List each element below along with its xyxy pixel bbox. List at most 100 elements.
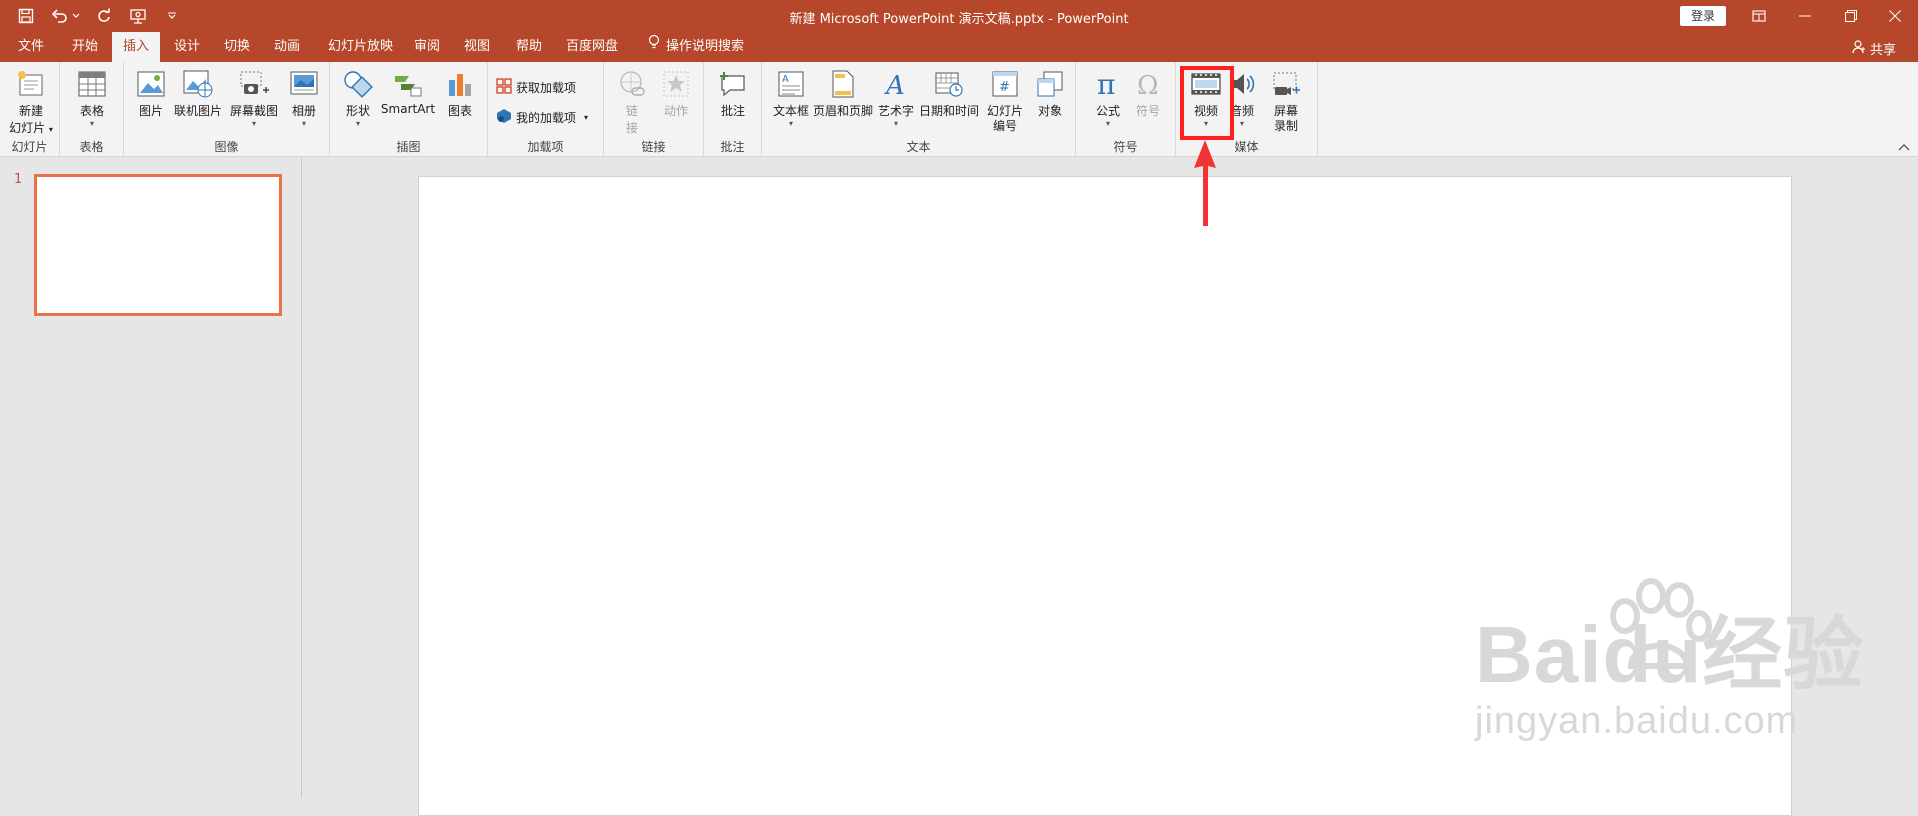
my-addins-label: 我的加载项 — [516, 111, 577, 125]
tab-transitions[interactable]: 切换 — [216, 32, 258, 62]
omega-icon: Ω — [1132, 68, 1164, 100]
share-label: 共享 — [1870, 43, 1897, 58]
header-footer-button[interactable]: 页眉和页脚 — [812, 68, 874, 119]
screen-recording-button[interactable]: 屏幕 录制 — [1264, 68, 1308, 134]
tab-view[interactable]: 视图 — [456, 32, 498, 62]
screenshot-icon — [238, 68, 270, 100]
smartart-label: SmartArt — [380, 102, 436, 116]
link-button[interactable]: 链 接 — [614, 68, 650, 136]
wordart-button[interactable]: A 艺术字 ▾ — [876, 68, 916, 128]
chart-label: 图表 — [447, 104, 472, 118]
tab-review[interactable]: 审阅 — [406, 32, 448, 62]
group-illustrations: 形状 ▾ SmartArt 图表 插图 — [330, 62, 488, 157]
screen-recording-label-2: 录制 — [1273, 119, 1298, 133]
group-label-illustrations: 插图 — [396, 140, 421, 154]
new-slide-label-1: 新建 — [18, 104, 43, 118]
comment-label: 批注 — [720, 104, 745, 118]
online-picture-button[interactable]: 联机图片 — [172, 68, 224, 119]
new-slide-button[interactable]: 新建 幻灯片 ▾ — [6, 68, 56, 136]
slide-number-icon: # — [989, 68, 1021, 100]
screenshot-button[interactable]: 屏幕截图 ▾ — [228, 68, 280, 128]
calendar-icon — [933, 68, 965, 100]
my-addins-button[interactable]: 我的加载项 ▾ — [496, 108, 588, 127]
equation-button[interactable]: π 公式 ▾ — [1090, 68, 1126, 128]
photo-album-icon — [288, 68, 320, 100]
shapes-icon — [342, 68, 374, 100]
close-icon[interactable] — [1872, 0, 1918, 32]
chart-button[interactable]: 图表 — [440, 68, 480, 119]
group-label-addins: 加载项 — [527, 140, 564, 154]
group-addins: 获取加载项 我的加载项 ▾ 加载项 — [488, 62, 604, 157]
slide-number-button[interactable]: # 幻灯片 编号 — [982, 68, 1028, 134]
slide-thumbnail[interactable] — [34, 174, 282, 316]
symbol-button[interactable]: Ω 符号 — [1130, 68, 1166, 119]
tell-me-search[interactable]: 操作说明搜索 — [640, 32, 752, 62]
action-icon — [660, 68, 692, 100]
tab-baidu-netdisk[interactable]: 百度网盘 — [558, 32, 626, 62]
pi-icon: π — [1092, 68, 1124, 100]
action-label: 动作 — [663, 104, 688, 118]
link-icon — [616, 68, 648, 100]
tab-insert[interactable]: 插入 — [112, 32, 160, 63]
tab-design[interactable]: 设计 — [166, 32, 208, 62]
shapes-dropdown-icon: ▾ — [355, 119, 360, 128]
watermark: Baidu经验 jingyan.baidu.com — [1475, 578, 1864, 743]
collapse-ribbon-icon[interactable] — [1898, 143, 1910, 154]
person-icon — [1852, 39, 1866, 58]
group-label-slides: 幻灯片 — [11, 140, 48, 154]
minimize-icon[interactable] — [1782, 0, 1828, 32]
ribbon-tab-row: 文件 开始 插入 设计 切换 动画 幻灯片放映 审阅 视图 帮助 百度网盘 操作… — [0, 32, 1918, 63]
tell-me-label: 操作说明搜索 — [666, 39, 745, 54]
group-label-comments: 批注 — [720, 140, 745, 154]
restore-icon[interactable] — [1828, 0, 1874, 32]
tab-animations[interactable]: 动画 — [266, 32, 308, 62]
tab-slideshow[interactable]: 幻灯片放映 — [320, 32, 401, 62]
screen-recording-icon — [1270, 68, 1302, 100]
ribbon-display-options-icon[interactable] — [1736, 0, 1782, 32]
online-picture-icon — [182, 68, 214, 100]
table-button[interactable]: 表格 ▾ — [68, 68, 116, 128]
wordart-label: 艺术字 — [877, 104, 914, 118]
table-label: 表格 — [79, 104, 104, 118]
smartart-icon — [392, 68, 424, 100]
group-images: 图片 联机图片 屏幕截图 ▾ 相册 ▾ 图像 — [124, 62, 330, 157]
group-label-text: 文本 — [906, 140, 931, 154]
action-button[interactable]: 动作 — [656, 68, 696, 119]
tab-file[interactable]: 文件 — [10, 32, 52, 62]
get-addins-button[interactable]: 获取加载项 — [496, 78, 576, 97]
share-button[interactable]: 共享 — [1852, 39, 1896, 58]
object-button[interactable]: 对象 — [1030, 68, 1070, 119]
tab-home[interactable]: 开始 — [64, 32, 106, 62]
datetime-button[interactable]: 日期和时间 — [918, 68, 980, 119]
shapes-button[interactable]: 形状 ▾ — [338, 68, 378, 128]
title-bar: 新建 Microsoft PowerPoint 演示文稿.pptx - Powe… — [0, 0, 1918, 32]
svg-text:#: # — [999, 80, 1010, 95]
comment-button[interactable]: 批注 — [714, 68, 752, 119]
photo-album-label: 相册 — [291, 104, 316, 118]
watermark-paw-icon — [1603, 578, 1713, 681]
photo-album-dropdown-icon: ▾ — [301, 119, 306, 128]
datetime-label: 日期和时间 — [918, 104, 979, 118]
comment-icon — [717, 68, 749, 100]
wordart-dropdown-icon: ▾ — [893, 119, 898, 128]
textbox-dropdown-icon: ▾ — [788, 119, 793, 128]
table-dropdown-icon: ▾ — [89, 119, 94, 128]
textbox-label: 文本框 — [772, 104, 809, 118]
login-button[interactable]: 登录 — [1680, 6, 1726, 26]
photo-album-button[interactable]: 相册 ▾ — [284, 68, 324, 128]
picture-label: 图片 — [138, 104, 163, 118]
slide-number-label-2: 编号 — [992, 119, 1017, 133]
textbox-button[interactable]: A 文本框 ▾ — [772, 68, 810, 128]
picture-button[interactable]: 图片 — [134, 68, 168, 119]
group-label-images: 图像 — [214, 140, 239, 154]
tab-help[interactable]: 帮助 — [508, 32, 550, 62]
group-label-symbols: 符号 — [1113, 140, 1138, 154]
header-footer-label: 页眉和页脚 — [812, 104, 873, 118]
store-icon — [496, 78, 512, 97]
group-links: 链 接 动作 链接 — [604, 62, 704, 157]
link-label-1: 链 — [625, 104, 638, 118]
ribbon: 新建 幻灯片 ▾ 幻灯片 表格 ▾ 表格 图片 联机图片 屏幕截图 ▾ 相册 ▾… — [0, 62, 1918, 157]
equation-label: 公式 — [1095, 104, 1120, 118]
slide-thumbnails-panel: 1 — [0, 158, 302, 798]
smartart-button[interactable]: SmartArt — [380, 68, 436, 116]
